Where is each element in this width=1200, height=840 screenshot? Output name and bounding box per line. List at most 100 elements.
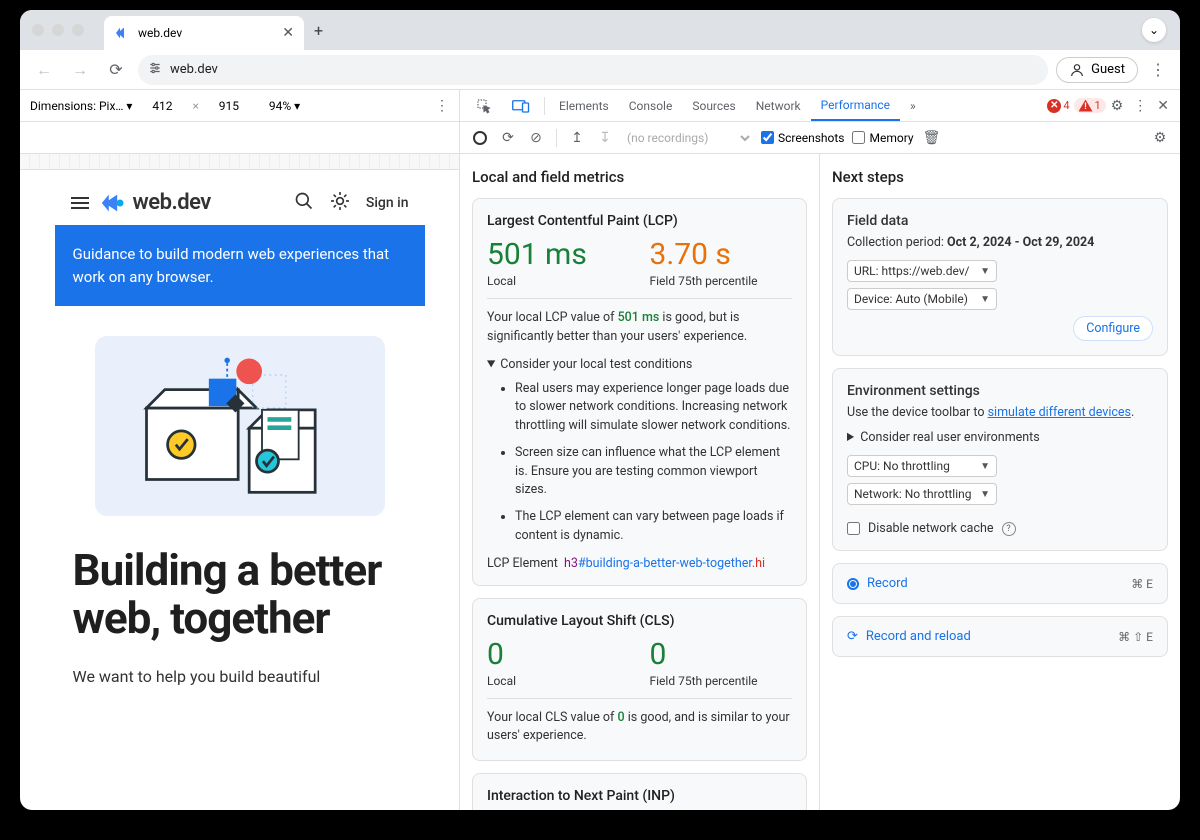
hero-illustration xyxy=(95,336,385,516)
metrics-heading: Local and field metrics xyxy=(472,168,807,186)
env-consider[interactable]: Consider real user environments xyxy=(847,430,1153,445)
back-button[interactable]: ← xyxy=(30,56,58,84)
configure-button[interactable]: Configure xyxy=(1073,316,1153,341)
webdev-favicon-icon xyxy=(114,25,130,41)
site-logo[interactable]: web.dev xyxy=(99,190,211,215)
search-icon[interactable] xyxy=(294,191,314,215)
tab-elements[interactable]: Elements xyxy=(549,90,619,121)
more-tabs-icon[interactable]: » xyxy=(900,90,926,121)
inp-title: Interaction to Next Paint (INP) xyxy=(487,788,792,804)
env-settings-card: Environment settings Use the device tool… xyxy=(832,368,1168,551)
window-controls[interactable] xyxy=(32,24,84,36)
url-select[interactable]: URL: https://web.dev/▼ xyxy=(847,260,997,282)
forward-button[interactable]: → xyxy=(66,56,94,84)
record-icon[interactable] xyxy=(470,131,490,145)
lcp-consider[interactable]: Consider your local test conditions Real… xyxy=(487,357,792,546)
address-bar[interactable]: web.dev xyxy=(138,55,1048,85)
simulate-devices-link[interactable]: simulate different devices xyxy=(988,405,1131,420)
x-separator: × xyxy=(192,99,198,113)
page-subhead: We want to help you build beautiful xyxy=(55,653,425,686)
download-icon[interactable]: ↧ xyxy=(595,130,615,146)
devtools-settings-icon[interactable]: ⚙ xyxy=(1106,98,1129,114)
width-input[interactable] xyxy=(142,99,182,113)
cls-title: Cumulative Layout Shift (CLS) xyxy=(487,613,792,629)
devtools-close-button[interactable]: ✕ xyxy=(1152,98,1174,114)
page-headline: Building a better web, together xyxy=(55,536,425,653)
webdev-logo-icon xyxy=(99,191,127,215)
browser-tab[interactable]: web.dev ✕ xyxy=(104,16,304,50)
site-settings-icon[interactable] xyxy=(148,61,162,79)
steps-panel: Next steps Field data Collection period:… xyxy=(820,154,1180,810)
titlebar: web.dev ✕ + ⌄ xyxy=(20,10,1180,50)
cls-note: Your local CLS value of 0 is good, and i… xyxy=(487,709,792,747)
help-icon[interactable]: ? xyxy=(1002,522,1016,536)
reload-icon: ⟳ xyxy=(847,629,858,644)
network-throttle-select[interactable]: Network: No throttling▼ xyxy=(847,483,997,505)
menu-icon[interactable] xyxy=(71,197,89,209)
tab-title: web.dev xyxy=(138,26,182,40)
device-toolbar: Dimensions: Pix… ▾ × 94% ▾ ⋮ Elements Co… xyxy=(20,90,1180,122)
lcp-element: LCP Element h3#building-a-better-web-tog… xyxy=(487,556,792,571)
record-dot-icon xyxy=(847,578,859,590)
cls-field-value: 0 xyxy=(650,637,793,672)
lcp-tip: The LCP element can vary between page lo… xyxy=(515,508,792,546)
gc-icon[interactable]: 🗑 xyxy=(922,130,942,146)
reload-record-icon[interactable]: ⟳ xyxy=(498,130,518,146)
device-select[interactable]: Device: Auto (Mobile)▼ xyxy=(847,288,997,310)
steps-heading: Next steps xyxy=(832,168,1168,186)
devtools-tabs: Elements Console Sources Network Perform… xyxy=(460,90,1180,121)
reload-button[interactable]: ⟳ xyxy=(102,56,130,84)
lcp-note: Your local LCP value of 501 ms is good, … xyxy=(487,309,792,347)
tab-network[interactable]: Network xyxy=(746,90,811,121)
profile-button[interactable]: Guest xyxy=(1056,57,1138,83)
signin-link[interactable]: Sign in xyxy=(366,195,409,211)
recordings-select[interactable]: (no recordings) xyxy=(623,130,753,146)
lcp-tip: Real users may experience longer page lo… xyxy=(515,380,792,436)
memory-checkbox[interactable]: Memory xyxy=(852,131,913,145)
clear-icon[interactable]: ⊘ xyxy=(526,130,546,146)
zoom-select[interactable]: 94% ▾ xyxy=(269,99,300,113)
device-viewport: web.dev Sign in Guidance to build modern… xyxy=(20,154,460,810)
disable-cache-checkbox[interactable]: Disable network cache? xyxy=(847,521,1153,536)
tab-performance[interactable]: Performance xyxy=(811,90,900,121)
upload-icon[interactable]: ↥ xyxy=(567,130,587,146)
rendered-page: web.dev Sign in Guidance to build modern… xyxy=(55,180,425,800)
lcp-field-value: 3.70 s xyxy=(650,237,793,272)
close-tab-icon[interactable]: ✕ xyxy=(282,25,294,41)
lcp-tip: Screen size can influence what the LCP e… xyxy=(515,444,792,500)
hero-banner: Guidance to build modern web experiences… xyxy=(55,225,425,306)
tabs-menu-button[interactable]: ⌄ xyxy=(1142,18,1166,42)
error-badge[interactable]: ✕4 xyxy=(1047,99,1069,113)
record-reload-button[interactable]: ⟳Record and reload ⌘ ⇧ E xyxy=(832,616,1168,657)
issues-badge[interactable]: !1 xyxy=(1074,98,1106,113)
toolbar: ← → ⟳ web.dev Guest ⋮ xyxy=(20,50,1180,90)
devtools-menu-button[interactable]: ⋮ xyxy=(1128,98,1152,114)
tab-console[interactable]: Console xyxy=(619,90,683,121)
lcp-local-value: 501 ms xyxy=(487,237,630,272)
cls-card: Cumulative Layout Shift (CLS) 0 Local 0 … xyxy=(472,598,807,762)
site-header: web.dev Sign in xyxy=(55,180,425,225)
ruler xyxy=(20,154,459,170)
perf-settings-icon[interactable]: ⚙ xyxy=(1150,130,1170,146)
theme-icon[interactable] xyxy=(330,191,350,215)
screenshots-checkbox[interactable]: Screenshots xyxy=(761,131,844,145)
tab-sources[interactable]: Sources xyxy=(682,90,745,121)
lcp-title: Largest Contentful Paint (LCP) xyxy=(487,213,792,229)
device-menu-button[interactable]: ⋮ xyxy=(435,98,449,114)
url-text: web.dev xyxy=(170,62,218,77)
cpu-throttle-select[interactable]: CPU: No throttling▼ xyxy=(847,455,997,477)
main-area: web.dev Sign in Guidance to build modern… xyxy=(20,154,1180,810)
browser-window: web.dev ✕ + ⌄ ← → ⟳ web.dev Guest ⋮ Dime… xyxy=(20,10,1180,810)
metrics-panel: Local and field metrics Largest Contentf… xyxy=(460,154,820,810)
guest-icon xyxy=(1069,62,1085,78)
device-mode-icon[interactable] xyxy=(502,90,540,121)
dimensions-select[interactable]: Dimensions: Pix… ▾ xyxy=(30,99,132,113)
inspect-icon[interactable] xyxy=(466,90,502,121)
field-data-card: Field data Collection period: Oct 2, 202… xyxy=(832,198,1168,356)
record-button[interactable]: Record ⌘ E xyxy=(832,563,1168,604)
perf-toolbar: ⟳ ⊘ ↥ ↧ (no recordings) Screenshots Memo… xyxy=(20,122,1180,154)
height-input[interactable] xyxy=(209,99,249,113)
browser-menu-button[interactable]: ⋮ xyxy=(1146,60,1170,79)
new-tab-button[interactable]: + xyxy=(314,21,323,40)
lcp-field-label: Field 75th percentile xyxy=(650,274,793,288)
